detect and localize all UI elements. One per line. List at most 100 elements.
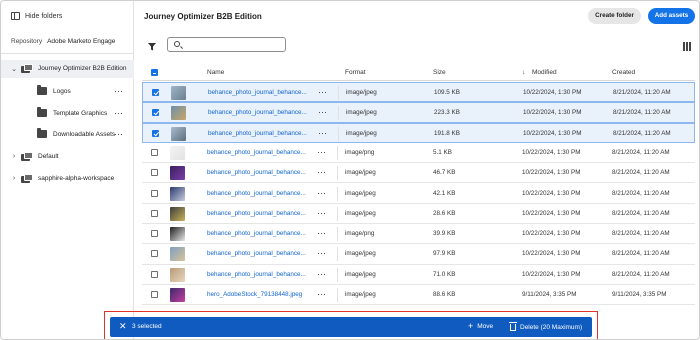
- more-actions-icon[interactable]: ···: [114, 87, 123, 96]
- asset-name-link[interactable]: behance_photo_journal_behance...: [207, 250, 309, 257]
- tree-item-template-graphics[interactable]: Template Graphics: [37, 107, 107, 117]
- asset-thumbnail[interactable]: [170, 227, 185, 242]
- chevron-right-icon[interactable]: ›: [11, 175, 17, 182]
- column-header-created[interactable]: Created: [612, 69, 635, 76]
- close-icon[interactable]: ✕: [119, 321, 127, 331]
- repository-value: Adobe Marketo Engage: [47, 38, 116, 45]
- asset-name-link[interactable]: behance_photo_journal_behance...: [207, 169, 309, 176]
- asset-thumbnail[interactable]: [171, 126, 186, 141]
- asset-name-link[interactable]: behance_photo_journal_behance...: [208, 130, 310, 137]
- move-label: Move: [477, 323, 494, 330]
- hide-folders-button[interactable]: Hide folders: [11, 12, 62, 20]
- asset-thumbnail[interactable]: [171, 86, 186, 100]
- tree-item-downloadable-assets[interactable]: Downloadable Assets: [37, 128, 116, 138]
- row-checkbox[interactable]: [152, 89, 159, 96]
- asset-created: 8/21/2024, 11:20 AM: [612, 230, 670, 238]
- tree-item-sapphire[interactable]: › sapphire-alpha-workspace: [11, 174, 114, 183]
- more-actions-icon[interactable]: ···: [317, 168, 326, 177]
- more-actions-icon[interactable]: ···: [317, 249, 326, 258]
- row-checkbox[interactable]: [151, 270, 158, 278]
- more-actions-icon[interactable]: ···: [114, 130, 123, 139]
- tree-item-label: Downloadable Assets: [53, 130, 116, 138]
- table-row[interactable]: behance_photo_journal_behance... ··· ima…: [142, 163, 695, 184]
- asset-name-link[interactable]: behance_photo_journal_behance...: [207, 271, 309, 278]
- app-window: Hide folders Repository Adobe Marketo En…: [0, 0, 700, 340]
- asset-name-link[interactable]: hero_AdobeStock_79138448.jpeg: [207, 291, 309, 298]
- row-checkbox[interactable]: [152, 129, 159, 137]
- table-row[interactable]: behance_photo_journal_behance... ··· ima…: [142, 224, 695, 245]
- row-checkbox[interactable]: [151, 209, 158, 217]
- column-header-format[interactable]: Format: [345, 69, 366, 76]
- search-input[interactable]: [167, 37, 286, 52]
- hide-folders-label: Hide folders: [25, 12, 63, 20]
- asset-name-link[interactable]: behance_photo_journal_behance...: [207, 149, 309, 156]
- asset-name-link[interactable]: behance_photo_journal_behance...: [208, 109, 310, 116]
- asset-created: 8/21/2024, 11:20 AM: [612, 270, 670, 278]
- more-actions-icon[interactable]: ···: [318, 108, 327, 117]
- table-row[interactable]: behance_photo_journal_behance... ··· ima…: [142, 244, 695, 265]
- more-actions-icon[interactable]: ···: [317, 147, 326, 156]
- row-checkbox[interactable]: [151, 148, 158, 156]
- table-row[interactable]: behance_photo_journal_behance... ··· ima…: [142, 143, 695, 164]
- column-header-name[interactable]: Name: [207, 69, 224, 76]
- column-header-size[interactable]: Size: [433, 69, 446, 76]
- more-actions-icon[interactable]: ···: [317, 229, 326, 238]
- more-actions-icon[interactable]: ···: [317, 290, 326, 299]
- select-all-checkbox[interactable]: [151, 69, 158, 76]
- asset-thumbnail[interactable]: [171, 106, 186, 121]
- asset-thumbnail[interactable]: [170, 166, 185, 181]
- more-actions-icon[interactable]: ···: [317, 188, 326, 197]
- asset-thumbnail[interactable]: [170, 288, 185, 302]
- asset-created: 8/21/2024, 11:20 AM: [612, 209, 670, 217]
- create-folder-button[interactable]: Create folder: [588, 8, 641, 24]
- asset-name-link[interactable]: behance_photo_journal_behance...: [208, 89, 310, 96]
- asset-name-link[interactable]: behance_photo_journal_behance...: [207, 190, 309, 197]
- row-checkbox[interactable]: [152, 109, 159, 117]
- table-row[interactable]: behance_photo_journal_behance... ··· ima…: [142, 82, 695, 103]
- asset-thumbnail[interactable]: [170, 247, 185, 262]
- table-row[interactable]: behance_photo_journal_behance... ··· ima…: [142, 204, 695, 225]
- column-settings-icon[interactable]: [683, 42, 691, 51]
- tree-item-journey-optimizer[interactable]: ⌄ Journey Optimizer B2B Edition: [11, 64, 127, 73]
- asset-thumbnail[interactable]: [170, 186, 185, 201]
- repository-label: Repository: [11, 38, 43, 45]
- filter-icon[interactable]: [148, 43, 156, 51]
- column-divider: [338, 106, 339, 121]
- asset-thumbnail[interactable]: [170, 206, 185, 221]
- row-checkbox[interactable]: [151, 291, 158, 298]
- table-row[interactable]: behance_photo_journal_behance... ··· ima…: [142, 102, 695, 123]
- chevron-down-icon[interactable]: ⌄: [11, 65, 17, 73]
- asset-thumbnail[interactable]: [170, 145, 185, 160]
- move-button[interactable]: + Move: [468, 322, 494, 331]
- row-checkbox[interactable]: [151, 250, 158, 258]
- more-actions-icon[interactable]: ···: [317, 269, 326, 278]
- asset-size: 28.6 KB: [433, 209, 456, 217]
- asset-modified: 10/22/2024, 1:30 PM: [522, 230, 581, 238]
- asset-size: 88.6 KB: [433, 291, 456, 298]
- column-header-modified[interactable]: Modified: [532, 69, 557, 76]
- delete-button[interactable]: Delete (20 Maximum): [509, 322, 582, 331]
- table-row[interactable]: behance_photo_journal_behance... ··· ima…: [142, 265, 695, 285]
- table-row[interactable]: behance_photo_journal_behance... ··· ima…: [142, 184, 695, 204]
- table-row[interactable]: behance_photo_journal_behance... ··· ima…: [142, 122, 695, 143]
- asset-thumbnail[interactable]: [170, 267, 185, 282]
- sort-desc-icon[interactable]: ↓: [522, 69, 525, 76]
- asset-size: 42.1 KB: [433, 189, 456, 197]
- tree-item-logos[interactable]: Logos: [37, 85, 71, 95]
- asset-size: 71.0 KB: [433, 270, 456, 278]
- chevron-right-icon[interactable]: ›: [11, 153, 17, 160]
- asset-modified: 10/22/2024, 1:30 PM: [522, 270, 581, 278]
- more-actions-icon[interactable]: ···: [317, 208, 326, 217]
- add-assets-button[interactable]: Add assets: [648, 8, 695, 24]
- table-row[interactable]: hero_AdobeStock_79138448.jpeg ··· image/…: [142, 285, 695, 306]
- column-divider: [337, 247, 338, 262]
- row-checkbox[interactable]: [151, 230, 158, 238]
- tree-item-default[interactable]: › Default: [11, 152, 59, 161]
- more-actions-icon[interactable]: ···: [318, 88, 327, 97]
- more-actions-icon[interactable]: ···: [318, 128, 327, 137]
- row-checkbox[interactable]: [151, 169, 158, 177]
- asset-name-link[interactable]: behance_photo_journal_behance...: [207, 230, 309, 237]
- asset-name-link[interactable]: behance_photo_journal_behance...: [207, 210, 309, 217]
- more-actions-icon[interactable]: ···: [114, 109, 123, 118]
- row-checkbox[interactable]: [151, 189, 158, 197]
